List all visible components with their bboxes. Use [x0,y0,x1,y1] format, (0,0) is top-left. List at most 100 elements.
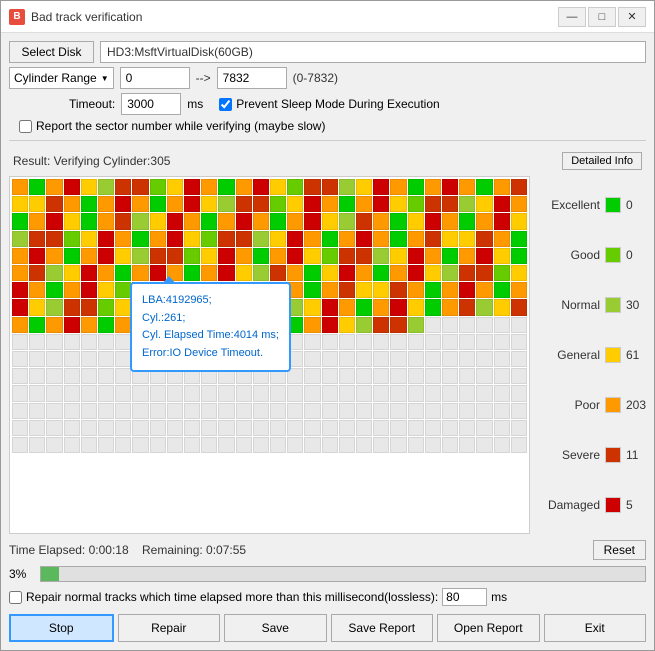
grid-cell[interactable] [390,334,406,350]
grid-cell[interactable] [184,196,200,212]
grid-cell[interactable] [46,179,62,195]
grid-cell[interactable] [46,299,62,315]
grid-cell[interactable] [218,282,234,298]
grid-cell[interactable] [356,368,372,384]
repair-checkbox[interactable] [9,591,22,604]
grid-cell[interactable] [201,437,217,453]
grid-cell[interactable] [12,351,28,367]
grid-cell[interactable] [494,351,510,367]
grid-cell[interactable] [150,299,166,315]
grid-cell[interactable] [132,265,148,281]
grid-cell[interactable] [494,334,510,350]
grid-cell[interactable] [115,196,131,212]
grid-cell[interactable] [46,437,62,453]
grid-cell[interactable] [304,437,320,453]
grid-cell[interactable] [442,420,458,436]
grid-cell[interactable] [442,196,458,212]
grid-cell[interactable] [356,299,372,315]
grid-cell[interactable] [373,437,389,453]
grid-cell[interactable] [304,282,320,298]
grid-cell[interactable] [270,196,286,212]
grid-cell[interactable] [322,248,338,264]
grid-cell[interactable] [339,231,355,247]
grid-cell[interactable] [150,385,166,401]
grid-cell[interactable] [253,248,269,264]
grid-cell[interactable] [476,231,492,247]
close-button[interactable]: ✕ [618,7,646,27]
grid-cell[interactable] [304,265,320,281]
grid-cell[interactable] [150,420,166,436]
grid-cell[interactable] [287,179,303,195]
grid-cell[interactable] [373,351,389,367]
grid-cell[interactable] [459,420,475,436]
grid-cell[interactable] [339,299,355,315]
grid-cell[interactable] [425,282,441,298]
grid-cell[interactable] [29,317,45,333]
stop-button[interactable]: Stop [9,614,114,642]
grid-cell[interactable] [511,213,527,229]
grid-cell[interactable] [442,299,458,315]
grid-cell[interactable] [201,282,217,298]
grid-cell[interactable] [150,351,166,367]
grid-cell[interactable] [98,437,114,453]
grid-cell[interactable] [46,385,62,401]
grid-cell[interactable] [12,265,28,281]
grid-cell[interactable] [184,420,200,436]
grid-cell[interactable] [218,248,234,264]
grid-cell[interactable] [373,317,389,333]
grid-cell[interactable] [98,179,114,195]
grid-cell[interactable] [408,420,424,436]
grid-cell[interactable] [201,265,217,281]
grid-cell[interactable] [64,403,80,419]
grid-cell[interactable] [201,334,217,350]
grid-cell[interactable] [184,351,200,367]
grid-cell[interactable] [132,299,148,315]
grid-cell[interactable] [12,196,28,212]
grid-cell[interactable] [132,317,148,333]
grid-cell[interactable] [425,437,441,453]
grid-cell[interactable] [339,385,355,401]
grid-cell[interactable] [81,231,97,247]
grid-cell[interactable] [29,299,45,315]
grid-cell[interactable] [201,196,217,212]
grid-cell[interactable] [46,265,62,281]
grid-cell[interactable] [46,317,62,333]
grid-cell[interactable] [287,351,303,367]
grid-cell[interactable] [132,351,148,367]
grid-cell[interactable] [64,213,80,229]
grid-cell[interactable] [459,282,475,298]
grid-cell[interactable] [64,351,80,367]
grid-cell[interactable] [425,231,441,247]
grid-cell[interactable] [253,265,269,281]
grid-cell[interactable] [184,403,200,419]
grid-cell[interactable] [184,299,200,315]
grid-cell[interactable] [408,213,424,229]
grid-cell[interactable] [476,265,492,281]
grid-cell[interactable] [494,282,510,298]
grid-cell[interactable] [494,248,510,264]
report-sector-checkbox[interactable] [19,120,32,133]
grid-cell[interactable] [270,437,286,453]
grid-cell[interactable] [201,231,217,247]
grid-cell[interactable] [373,179,389,195]
grid-cell[interactable] [356,317,372,333]
grid-cell[interactable] [459,334,475,350]
grid-cell[interactable] [46,196,62,212]
grid-cell[interactable] [511,437,527,453]
grid-cell[interactable] [132,196,148,212]
grid-cell[interactable] [218,437,234,453]
grid-cell[interactable] [236,213,252,229]
grid-cell[interactable] [12,385,28,401]
grid-cell[interactable] [98,282,114,298]
grid-cell[interactable] [236,385,252,401]
grid-cell[interactable] [132,385,148,401]
grid-cell[interactable] [442,368,458,384]
grid-cell[interactable] [390,213,406,229]
grid-cell[interactable] [167,385,183,401]
grid-cell[interactable] [184,248,200,264]
grid-cell[interactable] [442,317,458,333]
grid-cell[interactable] [356,179,372,195]
grid-cell[interactable] [218,420,234,436]
grid-cell[interactable] [81,334,97,350]
grid-cell[interactable] [150,317,166,333]
